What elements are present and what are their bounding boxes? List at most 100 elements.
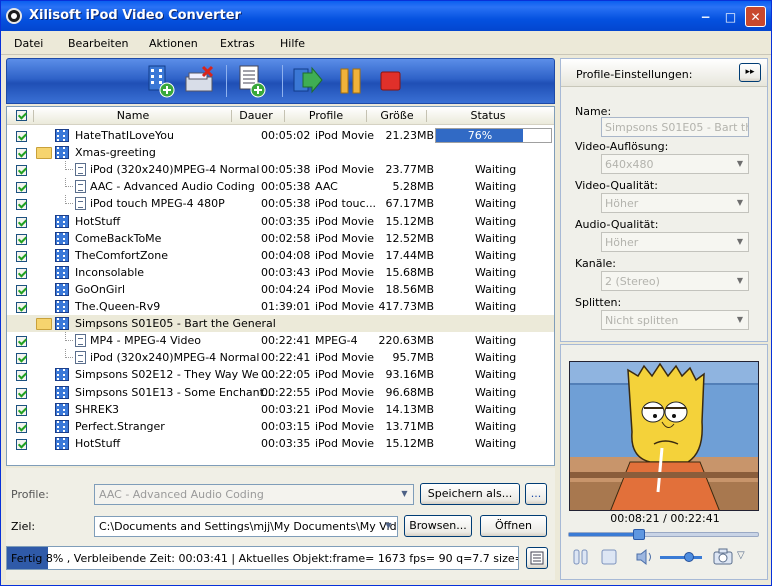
table-row[interactable]: iPod (320x240)MPEG-4 Normal 00:05:38 iPod … [7,161,554,178]
row-checkbox[interactable] [16,370,27,382]
row-checkbox[interactable] [16,250,27,262]
profile-select[interactable]: AAC - Advanced Audio Coding ▼ [94,484,414,505]
snapshot-button[interactable] [712,547,734,567]
seek-handle[interactable] [632,529,645,540]
table-row[interactable]: GoOnGirl 00:04:24 iPod Movie 18.56MB Waiting [7,281,554,298]
row-checkbox[interactable] [16,199,27,211]
split-value: Nicht splitten [605,314,679,327]
profile-settings-panel: Profile-Einstellungen: ▸▸ Name: Simpsons… [560,58,768,342]
split-label: Splitten: [575,296,622,309]
row-checkbox[interactable] [16,336,27,348]
row-checkbox[interactable] [16,233,27,245]
menu-aktionen[interactable]: Aktionen [149,37,198,50]
column-name[interactable]: Name [35,109,231,122]
table-row[interactable]: iPod touch MPEG-4 480P 00:05:38 iPod touc.… [7,195,554,212]
row-checkbox[interactable] [16,216,27,228]
log-button[interactable] [526,547,548,569]
row-status: Waiting [475,197,517,211]
row-checkbox[interactable] [16,421,27,433]
row-checkbox[interactable] [16,182,27,194]
close-button[interactable]: ✕ [745,6,766,27]
menu-bearbeiten[interactable]: Bearbeiten [68,37,128,50]
convert-button[interactable] [291,63,325,99]
title-bar[interactable]: Xilisoft iPod Video Converter − □ ✕ [1,1,771,31]
table-row[interactable]: The.Queen-Rv9 01:39:01 iPod Movie 417.73MB W… [7,298,554,315]
row-checkbox[interactable] [16,267,27,279]
open-button[interactable]: Öffnen [480,515,547,537]
row-checkbox[interactable] [16,165,27,177]
row-checkbox[interactable] [16,387,27,399]
name-field[interactable]: Simpsons S01E05 - Bart the General [601,117,749,137]
column-profile[interactable]: Profile [286,109,366,122]
volume-slider[interactable] [660,552,702,562]
table-row[interactable]: Perfect.Stranger 00:03:15 iPod Movie 13.71M… [7,418,554,435]
split-select[interactable]: Nicht splitten ▼ [601,310,749,330]
tree-line [65,195,73,205]
pause-play-button[interactable] [572,548,590,566]
table-row[interactable]: Xmas-greeting [7,144,554,161]
maximize-button[interactable]: □ [720,6,741,27]
audio-quality-label: Audio-Qualität: [575,218,659,231]
add-video-button[interactable] [145,63,179,99]
row-size: 18.56MB [385,282,434,296]
row-name: ComeBackToMe [75,231,162,245]
row-checkbox[interactable] [16,438,27,450]
channels-label: Kanäle: [575,257,617,270]
seek-bar[interactable] [568,529,759,540]
row-checkbox[interactable] [16,148,27,160]
chevron-down-icon: ▼ [385,521,392,530]
row-status: Waiting [475,351,517,365]
row-checkbox[interactable] [16,284,27,296]
row-status: Waiting [475,419,517,433]
volume-button[interactable] [635,548,655,566]
more-button[interactable]: ... [525,483,547,505]
column-size[interactable]: Größe [368,109,426,122]
minimize-button[interactable]: − [695,6,716,27]
row-checkbox[interactable] [16,302,27,313]
table-row[interactable]: AAC - Advanced Audio Coding 00:05:38 AAC 5.… [7,178,554,195]
column-status[interactable]: Status [428,109,548,122]
menu-hilfe[interactable]: Hilfe [280,37,305,50]
table-row[interactable]: MP4 - MPEG-4 Video 00:22:41 MPEG-4 220.63MB… [7,332,554,349]
status-text: Fertig 8% , Verbleibende Zeit: 00:03:41 … [11,552,519,565]
remove-button[interactable] [183,63,217,99]
audio-quality-select[interactable]: Höher ▼ [601,232,749,252]
row-checkbox[interactable] [16,131,27,142]
row-profile: iPod Movie [315,368,375,382]
table-row[interactable]: Simpsons S01E05 - Bart the General [7,315,554,333]
channels-select[interactable]: 2 (Stereo) ▼ [601,271,749,291]
add-profile-button[interactable] [235,63,269,99]
row-status: Waiting [475,385,517,399]
table-row[interactable]: Simpsons S01E13 - Some Enchant... 00:22:5… [7,384,554,401]
app-window: Xilisoft iPod Video Converter − □ ✕ Date… [0,0,772,586]
snapshot-options-chevron-down-icon[interactable]: ▽ [737,550,751,564]
file-list[interactable]: Name Dauer Profile Größe Status HateThat… [6,106,555,466]
table-row[interactable]: TheComfortZone 00:04:08 iPod Movie 17.44MB W… [7,247,554,264]
row-checkbox[interactable] [16,353,27,365]
volume-handle[interactable] [684,552,695,562]
table-row[interactable]: iPod (320x240)MPEG-4 Normal 00:22:41 iPod … [7,349,554,366]
table-row[interactable]: Simpsons S02E12 - They Way We ... 00:22:0… [7,366,554,383]
target-path-select[interactable]: C:\Documents and Settings\mjj\My Documen… [94,516,398,537]
row-checkbox[interactable] [16,404,27,416]
browse-button[interactable]: Browsen... [404,515,472,537]
table-row[interactable]: Inconsolable 00:03:43 iPod Movie 15.68MB Wai… [7,264,554,281]
video-preview[interactable] [569,361,759,511]
stop-button[interactable] [375,63,409,99]
pause-button[interactable] [335,63,369,99]
video-quality-select[interactable]: Höher ▼ [601,193,749,213]
save-as-button[interactable]: Speichern als... [420,483,520,505]
resolution-select[interactable]: 640x480 ▼ [601,154,749,174]
table-row[interactable]: HotStuff 00:03:35 iPod Movie 15.12MB Waiting [7,213,554,230]
column-duration[interactable]: Dauer [233,109,279,122]
row-name: HateThatILoveYou [75,129,174,142]
expand-panel-button[interactable]: ▸▸ [739,63,761,82]
table-row[interactable]: ComeBackToMe 00:02:58 iPod Movie 12.52MB Wai… [7,230,554,247]
menu-datei[interactable]: Datei [14,37,43,50]
table-row[interactable]: HateThatILoveYou 00:05:02 iPod Movie 21.23M… [7,127,554,144]
select-all-checkbox[interactable] [16,110,27,121]
table-row[interactable]: SHREK3 00:03:21 iPod Movie 14.13MB Waiting [7,401,554,418]
stop-preview-button[interactable] [600,548,618,566]
menu-extras[interactable]: Extras [220,37,255,50]
table-row[interactable]: HotStuff 00:03:35 iPod Movie 15.12MB Waiting [7,435,554,452]
